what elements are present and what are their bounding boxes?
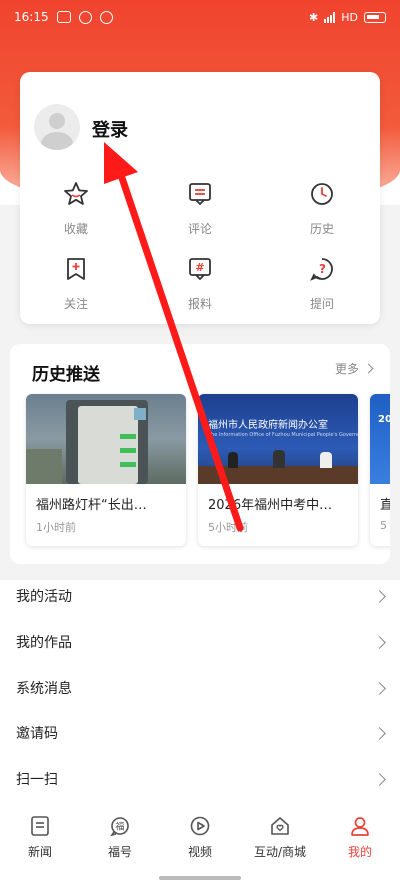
chevron-right-icon [373, 635, 386, 649]
menu-item-label: 扫一扫 [16, 772, 58, 788]
user-card: 登录 收藏 评论 历史 关注 # 报料 ? 提问 [20, 72, 380, 324]
history-push-title: 历史推送 [32, 365, 100, 385]
news-banner-text: 福州市人民政府新闻办公室 [208, 420, 328, 431]
tab-label: 我的 [347, 845, 372, 859]
tab-fuhao[interactable]: 福 福号 [80, 805, 160, 875]
follow-button[interactable]: 关注 [36, 255, 116, 312]
svg-text:#: # [195, 261, 204, 274]
gallery-notification-icon [56, 11, 71, 23]
chevron-right-icon [373, 681, 386, 695]
tab-label: 视频 [187, 845, 212, 859]
check-notification-icon [99, 10, 113, 24]
news-title: 福州路灯杆“长出… [36, 498, 147, 513]
menu-item-label: 我的活动 [16, 589, 72, 605]
video-icon [190, 816, 210, 836]
profile-icon [351, 817, 369, 836]
clock-icon [311, 183, 333, 205]
question-icon: ? [310, 258, 333, 281]
star-icon [64, 182, 88, 205]
menu-item-scan[interactable]: 扫一扫 [0, 756, 400, 802]
news-banner-text: 20 [378, 414, 390, 425]
menu-item-label: 系统消息 [16, 681, 72, 697]
news-thumbnail [26, 394, 186, 484]
network-type: HD [341, 10, 358, 24]
news-time: 1小时前 [36, 521, 76, 534]
history-push-section: 历史推送 更多 福州路灯杆“长出… 1小时前 福州市人民政府新闻办公室 The … [10, 344, 390, 564]
history-button[interactable]: 历史 [282, 180, 362, 237]
follow-label: 关注 [63, 297, 88, 311]
menu-item-label: 我的作品 [16, 635, 72, 651]
status-bar: 16:15 ✱ HD [0, 0, 400, 34]
chevron-right-icon [373, 772, 386, 786]
chevron-right-icon [373, 726, 386, 740]
menu-item-my-activities[interactable]: 我的活动 [0, 573, 400, 619]
app-notification-icon [78, 10, 92, 24]
avatar[interactable] [34, 104, 80, 150]
chevron-right-icon [363, 363, 374, 374]
news-banner-subtext: The Information Office of Fuzhou Municip… [208, 432, 358, 438]
history-label: 历史 [309, 222, 334, 236]
bottom-tab-bar: 新闻 福 福号 视频 互动/商城 我的 [0, 805, 400, 875]
bookmark-plus-icon [67, 258, 85, 280]
tab-video[interactable]: 视频 [160, 805, 240, 875]
favorites-button[interactable]: 收藏 [36, 180, 116, 237]
menu-item-system-messages[interactable]: 系统消息 [0, 665, 400, 711]
svg-text:?: ? [319, 262, 326, 276]
menu-item-label: 邀请码 [16, 726, 58, 742]
tab-mine[interactable]: 我的 [320, 805, 400, 875]
comments-button[interactable]: 评论 [160, 180, 240, 237]
battery-icon [364, 11, 386, 23]
favorites-label: 收藏 [63, 222, 88, 236]
svg-text:福: 福 [115, 821, 124, 833]
comment-icon [189, 183, 211, 206]
login-button[interactable]: 登录 [92, 116, 128, 142]
news-title: 2026年福州中考中… [208, 498, 333, 513]
news-thumbnail: 福州市人民政府新闻办公室 The Information Office of F… [198, 394, 358, 484]
news-card[interactable]: 20 直 5 [370, 394, 390, 546]
status-time: 16:15 [14, 10, 49, 24]
tab-news[interactable]: 新闻 [0, 805, 80, 875]
chevron-right-icon [373, 589, 386, 603]
home-heart-icon [271, 817, 289, 835]
bluetooth-icon: ✱ [309, 10, 319, 24]
hashtag-message-icon: # [189, 258, 211, 281]
news-thumbnail: 20 [370, 394, 390, 484]
tab-label: 新闻 [27, 845, 52, 859]
tab-label: 福号 [107, 845, 132, 859]
news-time: 5小时前 [208, 521, 248, 534]
menu-item-my-works[interactable]: 我的作品 [0, 619, 400, 665]
news-card[interactable]: 福州路灯杆“长出… 1小时前 [26, 394, 186, 546]
news-icon [31, 816, 49, 836]
tab-label: 互动/商城 [253, 845, 307, 859]
news-title: 直 [370, 484, 390, 513]
comments-label: 评论 [187, 222, 212, 236]
ask-button[interactable]: ? 提问 [282, 255, 362, 312]
signal-icon [324, 11, 336, 23]
news-time: 5 [380, 519, 387, 532]
report-label: 报料 [187, 297, 212, 311]
more-label: 更多 [334, 362, 359, 376]
report-button[interactable]: # 报料 [160, 255, 240, 312]
more-button[interactable]: 更多 [334, 360, 374, 377]
fuhao-icon: 福 [110, 817, 129, 837]
tab-interaction-mall[interactable]: 互动/商城 [240, 805, 320, 875]
menu-item-invite-code[interactable]: 邀请码 [0, 710, 400, 756]
home-indicator [159, 876, 241, 880]
ask-label: 提问 [309, 297, 334, 311]
news-card[interactable]: 福州市人民政府新闻办公室 The Information Office of F… [198, 394, 358, 546]
